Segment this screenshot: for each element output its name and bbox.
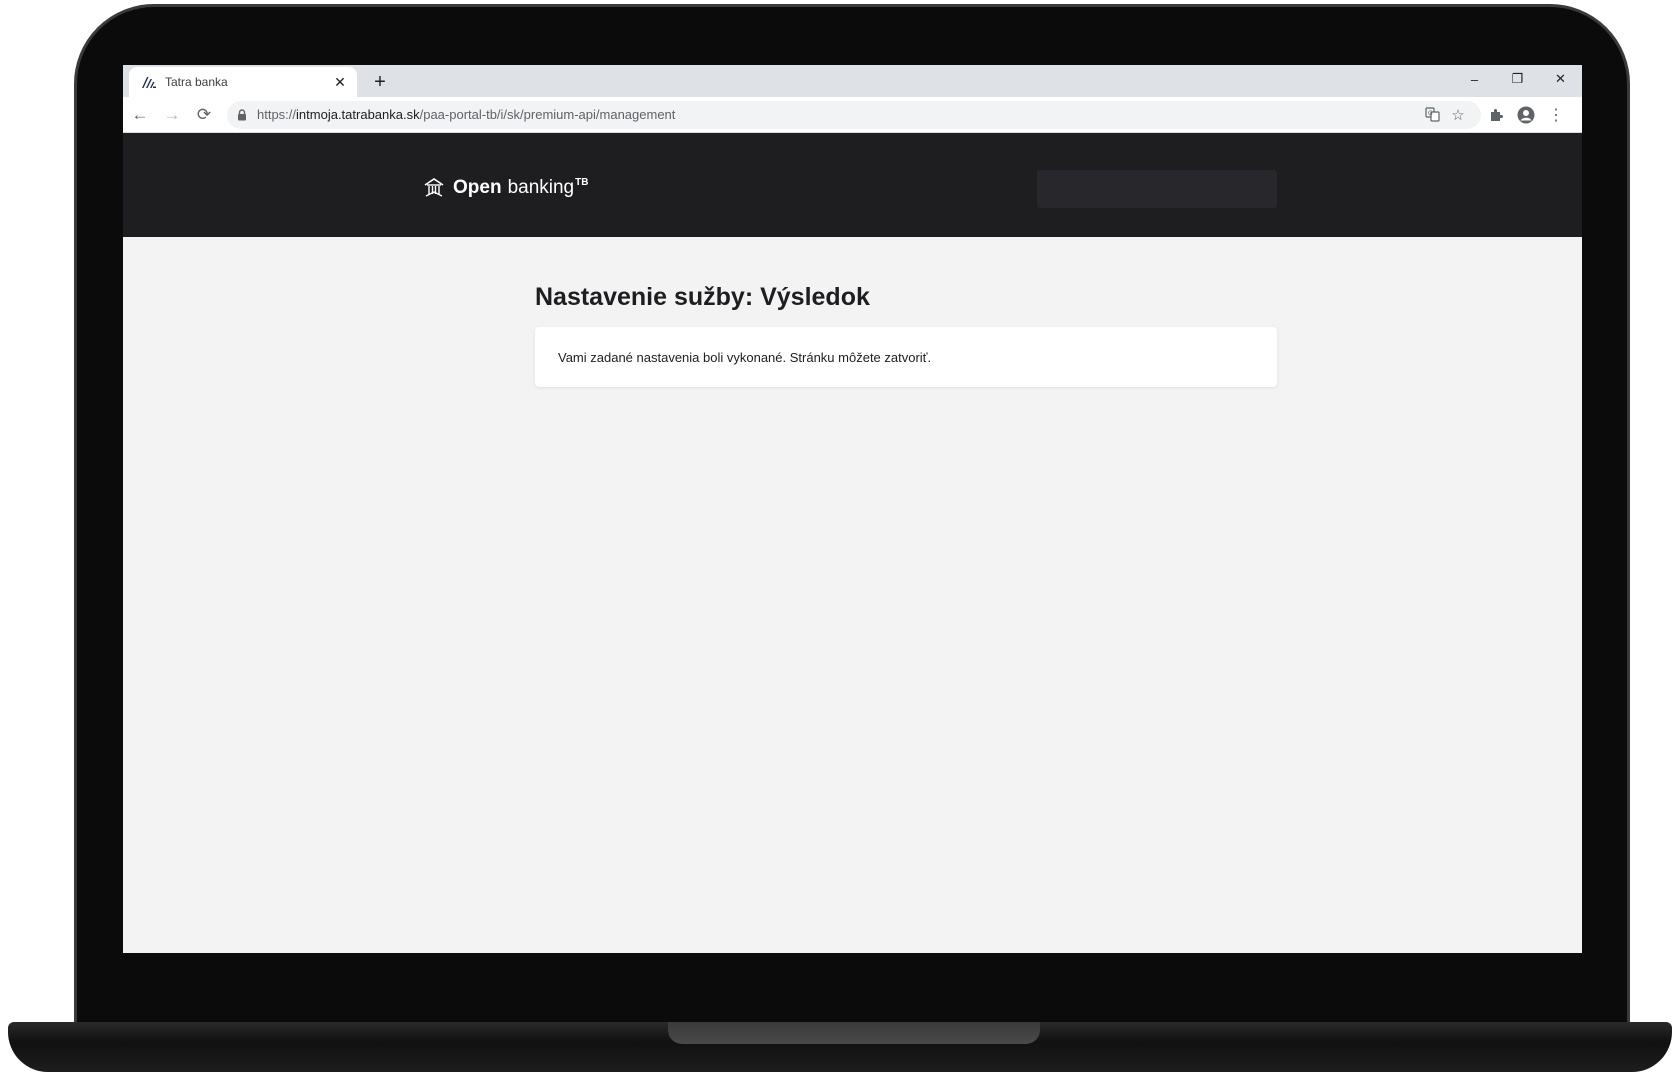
translate-icon[interactable]: G <box>1419 102 1445 128</box>
brand-open-text: Open <box>453 177 502 198</box>
tatra-banka-favicon-icon <box>141 74 157 90</box>
forward-button[interactable]: → <box>157 100 187 130</box>
bookmark-star-icon[interactable]: ☆ <box>1445 102 1471 128</box>
url-text[interactable]: https://intmoja.tatrabanka.sk/paa-portal… <box>257 107 1419 122</box>
lock-icon[interactable] <box>237 108 249 122</box>
web-page: Open banking TB Nastavenie sužby: Výsled… <box>123 133 1582 953</box>
site-header: Open banking TB <box>123 133 1582 237</box>
url-scheme: https:// <box>257 107 297 122</box>
window-controls: – ❐ ✕ <box>1453 65 1582 97</box>
brand-banking-text: banking <box>507 177 575 198</box>
svg-text:G: G <box>1428 110 1433 117</box>
browser-tabbar: Tatra banka ✕ + – ❐ ✕ <box>123 65 1582 97</box>
result-message: Vami zadané nastavenia boli vykonané. St… <box>558 349 932 365</box>
address-bar[interactable]: https://intmoja.tatrabanka.sk/paa-portal… <box>227 100 1481 129</box>
result-card: Vami zadané nastavenia boli vykonané. St… <box>535 327 1277 387</box>
browser-toolbar: ← → ⟳ https://intmoja.tatrabanka.sk/paa-… <box>123 97 1582 133</box>
url-path: /paa-portal-tb/i/sk/premium-api/manageme… <box>419 107 676 122</box>
window-close-button[interactable]: ✕ <box>1539 65 1582 93</box>
laptop-hinge-notch <box>668 1022 1040 1044</box>
screen: Tatra banka ✕ + – ❐ ✕ ← → ⟳ https://intm… <box>123 65 1582 953</box>
reload-button[interactable]: ⟳ <box>189 100 219 130</box>
back-button[interactable]: ← <box>125 100 155 130</box>
header-user-box[interactable] <box>1037 170 1277 208</box>
bank-building-icon <box>423 177 445 199</box>
brand-logo[interactable]: Open banking TB <box>423 177 588 199</box>
brand-superscript: TB <box>575 176 589 188</box>
browser-menu-icon[interactable]: ⋮ <box>1541 100 1571 130</box>
tab-title: Tatra banka <box>165 75 228 89</box>
profile-avatar-icon[interactable] <box>1511 100 1541 130</box>
restore-button[interactable]: ❐ <box>1496 65 1539 93</box>
page-title: Nastavenie sužby: Výsledok <box>535 283 870 311</box>
new-tab-button[interactable]: + <box>367 69 393 95</box>
tab-close-icon[interactable]: ✕ <box>331 73 349 91</box>
extensions-puzzle-icon[interactable] <box>1481 100 1511 130</box>
browser-tab[interactable]: Tatra banka ✕ <box>129 67 357 97</box>
url-host: intmoja.tatrabanka.sk <box>296 107 420 122</box>
minimize-button[interactable]: – <box>1453 65 1496 93</box>
